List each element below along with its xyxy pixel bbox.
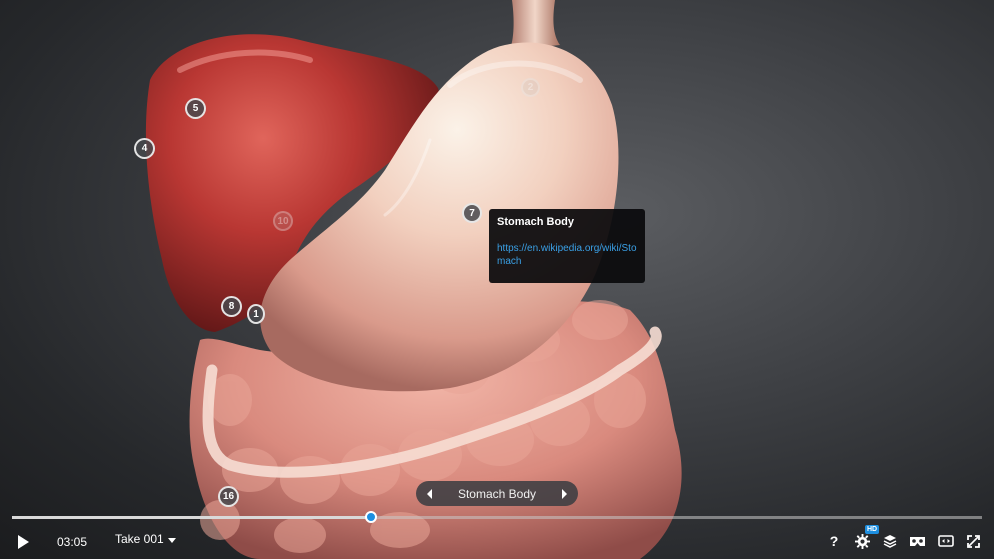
vr-headset-icon[interactable] — [907, 533, 927, 549]
current-time: 03:05 — [57, 535, 88, 549]
hotspot-marker-selected[interactable]: 7 — [462, 203, 482, 223]
timeline-progress — [12, 516, 371, 519]
part-navigator: Stomach Body — [416, 481, 578, 506]
hotspot-marker[interactable]: 10 — [273, 211, 293, 231]
hotspot-marker[interactable]: 2 — [521, 78, 540, 97]
control-bar: 03:05 Take 001 ? HD — [0, 525, 994, 559]
annotation-tooltip: Stomach Body https://en.wikipedia.org/wi… — [489, 209, 645, 283]
help-icon[interactable]: ? — [826, 532, 842, 550]
take-selector[interactable]: Take 001 — [115, 532, 176, 546]
part-nav-label: Stomach Body — [457, 486, 537, 501]
settings-icon[interactable] — [853, 532, 871, 550]
caret-down-icon — [167, 532, 176, 546]
hotspot-marker[interactable]: 16 — [218, 486, 239, 507]
playhead-handle[interactable] — [364, 511, 377, 523]
caret-right-icon[interactable] — [556, 486, 572, 502]
take-label: Take 001 — [115, 532, 164, 546]
hotspot-marker[interactable]: 5 — [185, 98, 206, 119]
layers-icon[interactable] — [881, 532, 899, 550]
caret-left-icon[interactable] — [422, 486, 438, 502]
hotspot-marker[interactable]: 1 — [247, 304, 265, 324]
hotspot-marker[interactable]: 8 — [221, 296, 242, 317]
theater-mode-icon[interactable] — [936, 533, 956, 549]
timeline-scrubber[interactable] — [12, 511, 982, 523]
play-icon[interactable] — [14, 533, 32, 551]
tooltip-title: Stomach Body — [497, 216, 575, 228]
fullscreen-icon[interactable] — [964, 532, 982, 550]
hotspot-marker[interactable]: 4 — [134, 138, 155, 159]
hd-badge: HD — [865, 525, 880, 534]
tooltip-link[interactable]: https://en.wikipedia.org/wiki/Stomach — [497, 242, 637, 268]
